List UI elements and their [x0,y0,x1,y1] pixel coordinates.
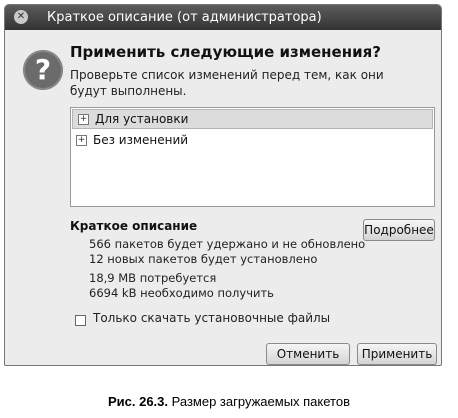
tree-row-to-install[interactable]: + Для установки [72,109,433,129]
expand-icon[interactable]: + [76,135,87,146]
caption-number: Рис. 26.3. [107,394,169,409]
figure-caption: Рис. 26.3. Размер загружаемых пакетов [0,394,458,409]
window-title: Краткое описание (от администратора) [47,10,322,25]
tree-row-label: Без изменений [93,133,189,147]
caption-text: Размер загружаемых пакетов [171,394,350,409]
close-icon[interactable]: ✕ [14,10,28,24]
changes-list[interactable]: + Для установки + Без изменений [70,107,435,207]
apply-button[interactable]: Применить [357,343,437,365]
dialog-window: ✕ Краткое описание (от администратора) ?… [4,4,442,366]
summary-line-download: 6694 kB необходимо получить [89,286,274,300]
title-bar: ✕ Краткое описание (от администратора) [5,5,441,30]
question-icon: ? [23,50,63,90]
details-button[interactable]: Подробнее [363,219,435,241]
download-only-checkbox[interactable] [75,315,86,326]
expand-icon[interactable]: + [78,114,89,125]
cancel-button[interactable]: Отменить [266,343,350,365]
dialog-heading: Применить следующие изменения? [70,43,381,61]
download-only-label[interactable]: Только скачать установочные файлы [93,311,330,325]
dialog-description: Проверьте список изменений перед тем, ка… [70,68,384,98]
tree-row-label: Для установки [95,112,189,126]
summary-line-held: 566 пакетов будет удержано и не обновлен… [89,237,366,251]
summary-line-required: 18,9 MB потребуется [89,271,217,285]
tree-row-unchanged[interactable]: + Без изменений [71,130,434,150]
summary-title: Краткое описание [70,219,198,233]
summary-line-installed: 12 новых пакетов будет установлено [89,252,318,266]
